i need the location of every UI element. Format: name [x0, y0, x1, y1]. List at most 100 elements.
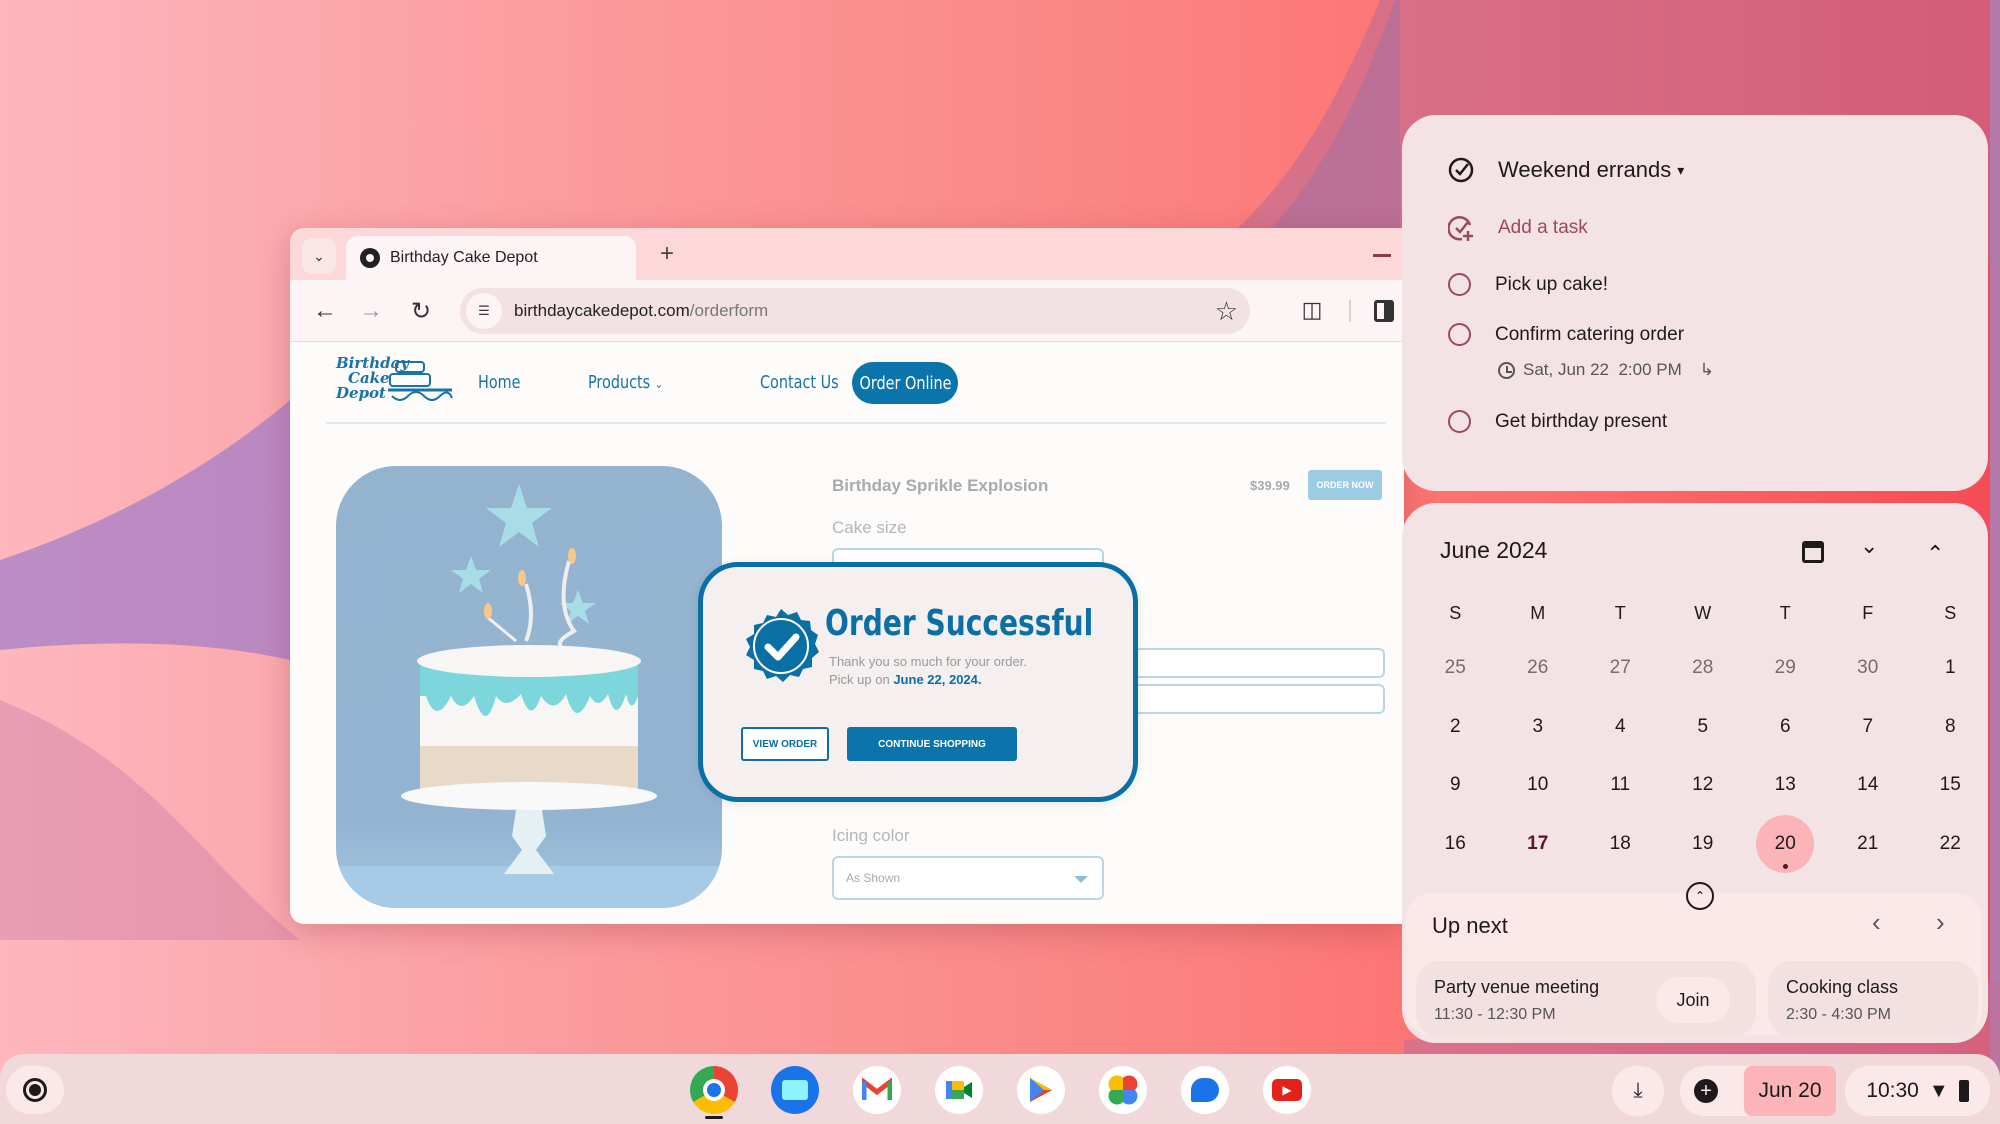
app-youtube[interactable]: ▶: [1263, 1066, 1311, 1114]
calendar-day-number: 25: [1444, 657, 1466, 679]
task-title[interactable]: Get birthday present: [1495, 411, 1667, 433]
calendar-day[interactable]: 17: [1497, 815, 1580, 874]
bookmark-star-button[interactable]: ☆: [1215, 296, 1238, 327]
nav-contact-link[interactable]: Contact Us: [760, 372, 839, 393]
open-calendar-icon[interactable]: [1802, 541, 1824, 563]
join-button[interactable]: Join: [1656, 977, 1730, 1023]
calendar-day[interactable]: 27: [1579, 639, 1662, 698]
add-task-button[interactable]: Add a task: [1448, 215, 1588, 241]
icing-color-select[interactable]: As Shown: [832, 856, 1104, 900]
new-tab-button[interactable]: +: [660, 240, 674, 268]
calendar-day[interactable]: 22: [1909, 815, 1992, 874]
up-next-next-button[interactable]: ›: [1936, 907, 1945, 938]
up-next-section: Up next ‹ › Party venue meeting 11:30 - …: [1406, 893, 1982, 1037]
forward-button[interactable]: →: [354, 294, 388, 328]
calendar-panel: June 2024 ⌄ ⌃ S M T W T F S 25 26 27 28 29 30 1 2 3 4 5 6 7…: [1402, 503, 1988, 1043]
tray-date: Jun 20: [1758, 1079, 1822, 1102]
calendar-day[interactable]: 6: [1744, 698, 1827, 757]
calendar-day[interactable]: 12: [1662, 756, 1745, 815]
calendar-day[interactable]: 18: [1579, 815, 1662, 874]
calendar-day[interactable]: 11: [1579, 756, 1662, 815]
order-online-button[interactable]: Order Online: [852, 362, 958, 404]
event-card[interactable]: Cooking class 2:30 - 4:30 PM: [1768, 961, 1978, 1037]
task-list-name: Weekend errands: [1498, 157, 1672, 182]
calendar-day-number: 28: [1692, 657, 1714, 679]
tab-search-button[interactable]: ⌄: [302, 238, 336, 274]
calendar-day[interactable]: 4: [1579, 698, 1662, 757]
calendar-day[interactable]: 2: [1414, 698, 1497, 757]
date-tray-button[interactable]: Jun 20: [1744, 1066, 1836, 1116]
calendar-day[interactable]: 14: [1827, 756, 1910, 815]
calendar-day[interactable]: 5: [1662, 698, 1745, 757]
reload-button[interactable]: ↻: [404, 294, 438, 328]
task-checkbox[interactable]: [1448, 273, 1471, 296]
order-now-button[interactable]: ORDER NOW: [1308, 470, 1382, 500]
calendar-day-number: 3: [1532, 715, 1544, 737]
calendar-day[interactable]: 25: [1414, 639, 1497, 698]
icing-color-label: Icing color: [832, 826, 910, 845]
add-circle-icon[interactable]: +: [1694, 1079, 1718, 1103]
extensions-button[interactable]: ◫: [1297, 294, 1327, 326]
pickup-date: June 22, 2024.: [893, 672, 982, 687]
previous-month-button[interactable]: ⌃: [1926, 541, 1944, 567]
calendar-day[interactable]: 7: [1827, 698, 1910, 757]
minimize-button[interactable]: [1373, 254, 1391, 257]
view-order-button[interactable]: VIEW ORDER: [741, 727, 829, 761]
calendar-day-today[interactable]: 20: [1744, 814, 1827, 874]
collapse-up-next-button[interactable]: ⌃: [1686, 882, 1714, 910]
task-checkbox[interactable]: [1448, 323, 1471, 346]
app-photos[interactable]: [1099, 1066, 1147, 1114]
side-panel-icon[interactable]: [1374, 300, 1394, 322]
calendar-day[interactable]: 30: [1827, 639, 1910, 698]
app-play-store[interactable]: [1017, 1066, 1065, 1114]
calendar-day[interactable]: 9: [1414, 756, 1497, 815]
photos-icon: [1108, 1075, 1138, 1105]
calendar-day[interactable]: 13: [1744, 756, 1827, 815]
nav-home-link[interactable]: Home: [478, 372, 521, 393]
site-logo[interactable]: Birthday Cake Depot: [336, 356, 456, 412]
calendar-day[interactable]: 26: [1497, 639, 1580, 698]
app-files[interactable]: [771, 1066, 819, 1114]
status-area-button[interactable]: 10:30 ▼: [1845, 1066, 1990, 1116]
calendar-day[interactable]: 28: [1662, 639, 1745, 698]
calendar-day[interactable]: 19: [1662, 815, 1745, 874]
site-info-button[interactable]: ☰: [466, 293, 502, 329]
chevron-down-icon: ⌄: [313, 247, 325, 264]
task-checkbox[interactable]: [1448, 410, 1471, 433]
app-messages[interactable]: [1181, 1066, 1229, 1114]
calendar-day[interactable]: 16: [1414, 815, 1497, 874]
up-next-prev-button[interactable]: ‹: [1872, 907, 1881, 938]
task-list-selector[interactable]: Weekend errands ▾: [1448, 157, 1684, 183]
pickup-prefix: Pick up on: [829, 672, 890, 687]
app-gmail[interactable]: [853, 1066, 901, 1114]
calendar-day[interactable]: 29: [1744, 639, 1827, 698]
tab-birthday-cake-depot[interactable]: Birthday Cake Depot: [346, 236, 636, 280]
event-time: 2:30 - 4:30 PM: [1786, 1006, 1891, 1023]
calendar-day[interactable]: 15: [1909, 756, 1992, 815]
address-bar[interactable]: ☰ birthdaycakedepot.com/orderform ☆: [460, 288, 1250, 334]
weekday-header: W: [1694, 602, 1712, 623]
calendar-day[interactable]: 8: [1909, 698, 1992, 757]
continue-shopping-button[interactable]: CONTINUE SHOPPING: [847, 727, 1017, 761]
task-title[interactable]: Confirm catering order: [1495, 324, 1684, 346]
next-month-button[interactable]: ⌄: [1860, 533, 1878, 559]
launcher-button[interactable]: [6, 1066, 64, 1114]
nav-products-link[interactable]: Products ⌄: [588, 372, 663, 393]
holding-space-button[interactable]: ⤓: [1612, 1066, 1664, 1116]
task-title[interactable]: Pick up cake!: [1495, 274, 1608, 296]
app-chrome[interactable]: [690, 1066, 738, 1114]
verified-badge-icon: [746, 609, 819, 682]
chrome-favicon-icon: [360, 248, 380, 268]
calendar-day-number: 18: [1609, 832, 1631, 854]
event-card[interactable]: Party venue meeting 11:30 - 12:30 PM Joi…: [1416, 961, 1756, 1037]
open-arrow-icon[interactable]: ↳: [1700, 360, 1714, 380]
calendar-day[interactable]: 10: [1497, 756, 1580, 815]
task-check-icon: [1448, 157, 1474, 183]
calendar-day-number: 2: [1449, 715, 1461, 737]
back-button[interactable]: ←: [308, 294, 342, 328]
calendar-day[interactable]: 21: [1827, 815, 1910, 874]
calendar-day[interactable]: 1: [1909, 639, 1992, 698]
app-meet[interactable]: [935, 1066, 983, 1114]
browser-toolbar: ← → ↻ ☰ birthdaycakedepot.com/orderform …: [290, 280, 1404, 342]
calendar-day[interactable]: 3: [1497, 698, 1580, 757]
